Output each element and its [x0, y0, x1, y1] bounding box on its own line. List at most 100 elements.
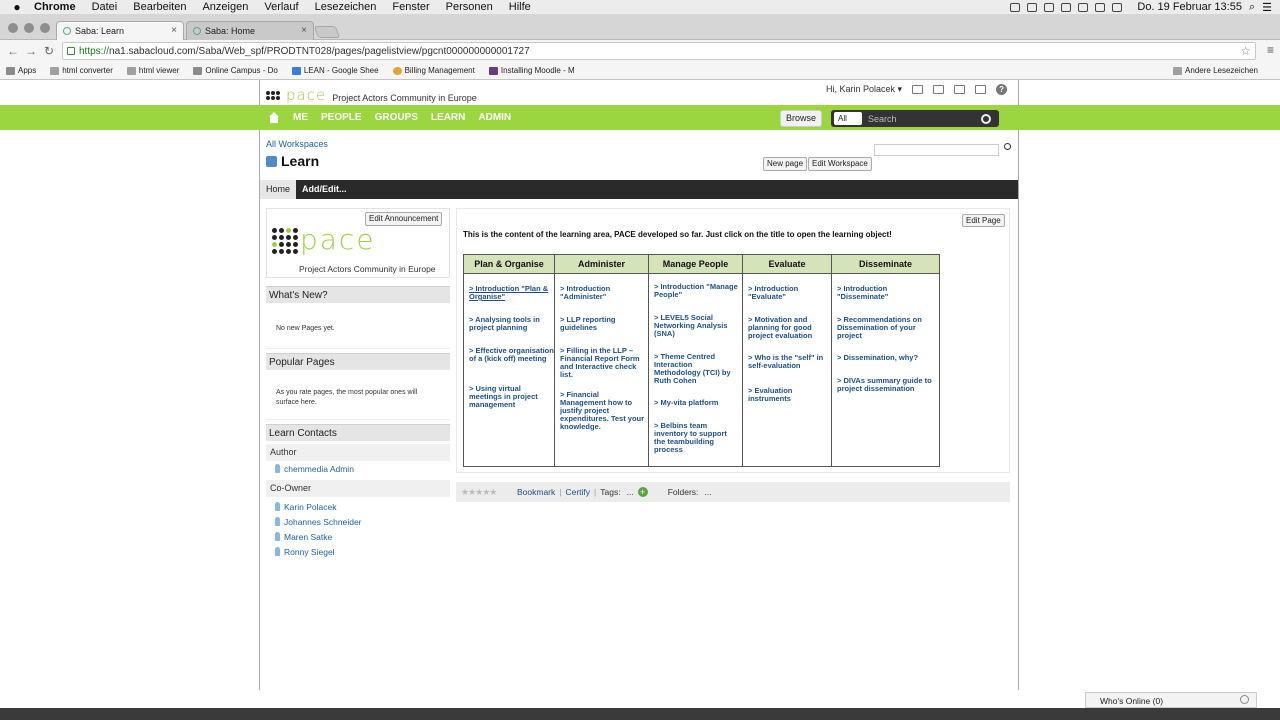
- status-icon[interactable]: [1010, 2, 1021, 12]
- tab-add-edit[interactable]: Add/Edit...: [296, 180, 353, 199]
- learning-link[interactable]: > DIVAs summary guide to project dissemi…: [837, 377, 933, 393]
- learning-link[interactable]: > Who is the "self" in self-evaluation: [748, 354, 833, 370]
- menu-fenster[interactable]: Fenster: [392, 1, 429, 13]
- contact-name[interactable]: chemmedia Admin: [284, 464, 354, 474]
- contact-name[interactable]: Karin Polacek: [284, 502, 336, 512]
- learning-link[interactable]: > Recommendations on Dissemination of yo…: [837, 316, 933, 340]
- bookmark-folder[interactable]: html viewer: [126, 66, 179, 75]
- bookmark-item[interactable]: Billing Management: [392, 66, 475, 75]
- browser-tab-learn[interactable]: Saba: Learn ×: [56, 21, 184, 40]
- notification-icon[interactable]: ☰: [1262, 1, 1272, 14]
- bookmark-item[interactable]: LEAN - Google Shee: [291, 66, 379, 75]
- nav-people[interactable]: PEOPLE: [321, 112, 362, 123]
- status-icon[interactable]: [1078, 2, 1089, 12]
- learning-link[interactable]: > Introduction "Manage People": [654, 283, 739, 299]
- learning-link[interactable]: > Introduction "Plan & Organise": [469, 285, 554, 301]
- contact-name[interactable]: Ronny Siegel: [284, 547, 335, 557]
- chrome-menu-icon[interactable]: ≡: [1267, 43, 1274, 57]
- calendar-icon[interactable]: [954, 85, 966, 94]
- learning-link[interactable]: > Motivation and planning for good proje…: [748, 316, 833, 340]
- learning-link[interactable]: > Introduction "Disseminate": [837, 285, 933, 301]
- wifi-icon[interactable]: [1095, 2, 1106, 12]
- bookmarks-icon[interactable]: [975, 85, 987, 94]
- contact-name[interactable]: Johannes Schneider: [284, 517, 362, 527]
- bookmark-apps[interactable]: Apps: [6, 66, 36, 75]
- edit-announcement-button[interactable]: Edit Announcement: [365, 212, 443, 226]
- contact-name[interactable]: Maren Satke: [284, 532, 332, 542]
- search-input[interactable]: Search: [868, 114, 981, 124]
- certify-link[interactable]: Certify: [565, 487, 590, 497]
- gear-icon[interactable]: [1240, 695, 1249, 704]
- apple-icon[interactable]: ●: [0, 0, 34, 14]
- menu-hilfe[interactable]: Hilfe: [509, 1, 531, 13]
- help-icon[interactable]: ?: [996, 84, 1008, 95]
- new-tab-button[interactable]: [313, 26, 341, 38]
- nav-admin[interactable]: ADMIN: [478, 112, 511, 123]
- bookmark-star-icon[interactable]: ☆: [1240, 44, 1251, 58]
- learning-link[interactable]: > Evaluation instruments: [748, 387, 833, 403]
- volume-icon[interactable]: [1112, 2, 1123, 12]
- add-tag-icon[interactable]: +: [637, 487, 648, 497]
- reload-icon[interactable]: ↻: [40, 44, 58, 58]
- learning-link[interactable]: > Theme Centred Interaction Methodology …: [654, 353, 739, 385]
- bookmark-item[interactable]: Installing Moodle - M: [488, 66, 575, 75]
- menu-chrome[interactable]: Chrome: [34, 1, 76, 13]
- new-page-button[interactable]: New page: [763, 157, 808, 171]
- nav-learn[interactable]: LEARN: [431, 112, 465, 123]
- learning-link[interactable]: > Dissemination, why?: [837, 354, 933, 362]
- learning-link[interactable]: > Effective organisation of a (kick off)…: [469, 347, 554, 363]
- menu-lesezeichen[interactable]: Lesezeichen: [315, 1, 377, 13]
- learning-link[interactable]: > Introduction "Administer": [560, 285, 645, 301]
- profile-card-icon[interactable]: [933, 85, 945, 94]
- edit-workspace-button[interactable]: Edit Workspace: [808, 157, 872, 171]
- contact-person[interactable]: Maren Satke: [266, 529, 450, 544]
- search-icon[interactable]: [981, 113, 991, 124]
- zoom-window-button[interactable]: [40, 23, 50, 33]
- contact-person[interactable]: Johannes Schneider: [266, 514, 450, 529]
- contact-person[interactable]: Karin Polacek: [266, 499, 450, 514]
- status-icon[interactable]: [1044, 2, 1055, 12]
- workspace-search-input[interactable]: [874, 144, 999, 156]
- menu-anzeigen[interactable]: Anzeigen: [202, 1, 248, 13]
- bookmark-folder[interactable]: html converter: [50, 66, 113, 75]
- close-tab-icon[interactable]: ×: [301, 25, 307, 36]
- edit-page-button[interactable]: Edit Page: [962, 214, 1005, 227]
- learning-link[interactable]: > Financial Management how to justify pr…: [560, 391, 645, 431]
- other-bookmarks[interactable]: Andere Lesezeichen: [1173, 66, 1258, 75]
- url-bar[interactable]: https://na1.sabacloud.com/Saba/Web_spf/P…: [62, 42, 1256, 60]
- mail-icon[interactable]: [912, 85, 924, 94]
- workspace-search-icon[interactable]: [1004, 143, 1011, 150]
- dropbox-icon[interactable]: [1061, 2, 1072, 12]
- learning-link[interactable]: > My-vita platform: [654, 399, 739, 407]
- nav-me[interactable]: ME: [293, 112, 308, 123]
- back-arrow-icon[interactable]: ←: [4, 44, 22, 58]
- whos-online-bar[interactable]: Who's Online (0): [1085, 692, 1257, 708]
- browser-tab-home[interactable]: Saba: Home ×: [186, 21, 314, 40]
- contact-person[interactable]: Ronny Siegel: [266, 544, 450, 559]
- learning-link[interactable]: > Using virtual meetings in project mana…: [469, 385, 554, 409]
- bookmark-link[interactable]: Bookmark: [517, 487, 555, 497]
- close-window-button[interactable]: [8, 23, 18, 33]
- spotlight-icon[interactable]: ⌕: [1249, 1, 1255, 14]
- search-scope-select[interactable]: All: [834, 112, 862, 125]
- bookmark-item[interactable]: Online Campus - Do: [193, 66, 278, 75]
- rating-stars-icon[interactable]: ★★★★★: [461, 487, 513, 498]
- close-tab-icon[interactable]: ×: [171, 25, 177, 36]
- minimize-window-button[interactable]: [24, 23, 34, 33]
- status-icon[interactable]: [1027, 2, 1038, 12]
- menu-datei[interactable]: Datei: [92, 1, 118, 13]
- home-icon[interactable]: [268, 111, 280, 124]
- user-menu[interactable]: Hi, Karin Polacek ▾: [826, 84, 902, 95]
- site-logo[interactable]: pace Project Actors Community in Europe: [266, 86, 477, 104]
- learning-link[interactable]: > LEVEL5 Social Networking Analysis (SNA…: [654, 314, 739, 338]
- menu-verlauf[interactable]: Verlauf: [264, 1, 298, 13]
- browse-button[interactable]: Browse: [780, 110, 822, 127]
- forward-arrow-icon[interactable]: →: [22, 44, 40, 58]
- learning-link[interactable]: > Introduction "Evaluate": [748, 285, 833, 301]
- learning-link[interactable]: > LLP reporting guidelines: [560, 316, 645, 332]
- tab-home[interactable]: Home: [260, 180, 297, 199]
- learning-link[interactable]: > Belbins team inventory to support the …: [654, 422, 739, 454]
- menu-personen[interactable]: Personen: [446, 1, 493, 13]
- menu-bearbeiten[interactable]: Bearbeiten: [133, 1, 186, 13]
- breadcrumb[interactable]: All Workspaces: [266, 139, 328, 149]
